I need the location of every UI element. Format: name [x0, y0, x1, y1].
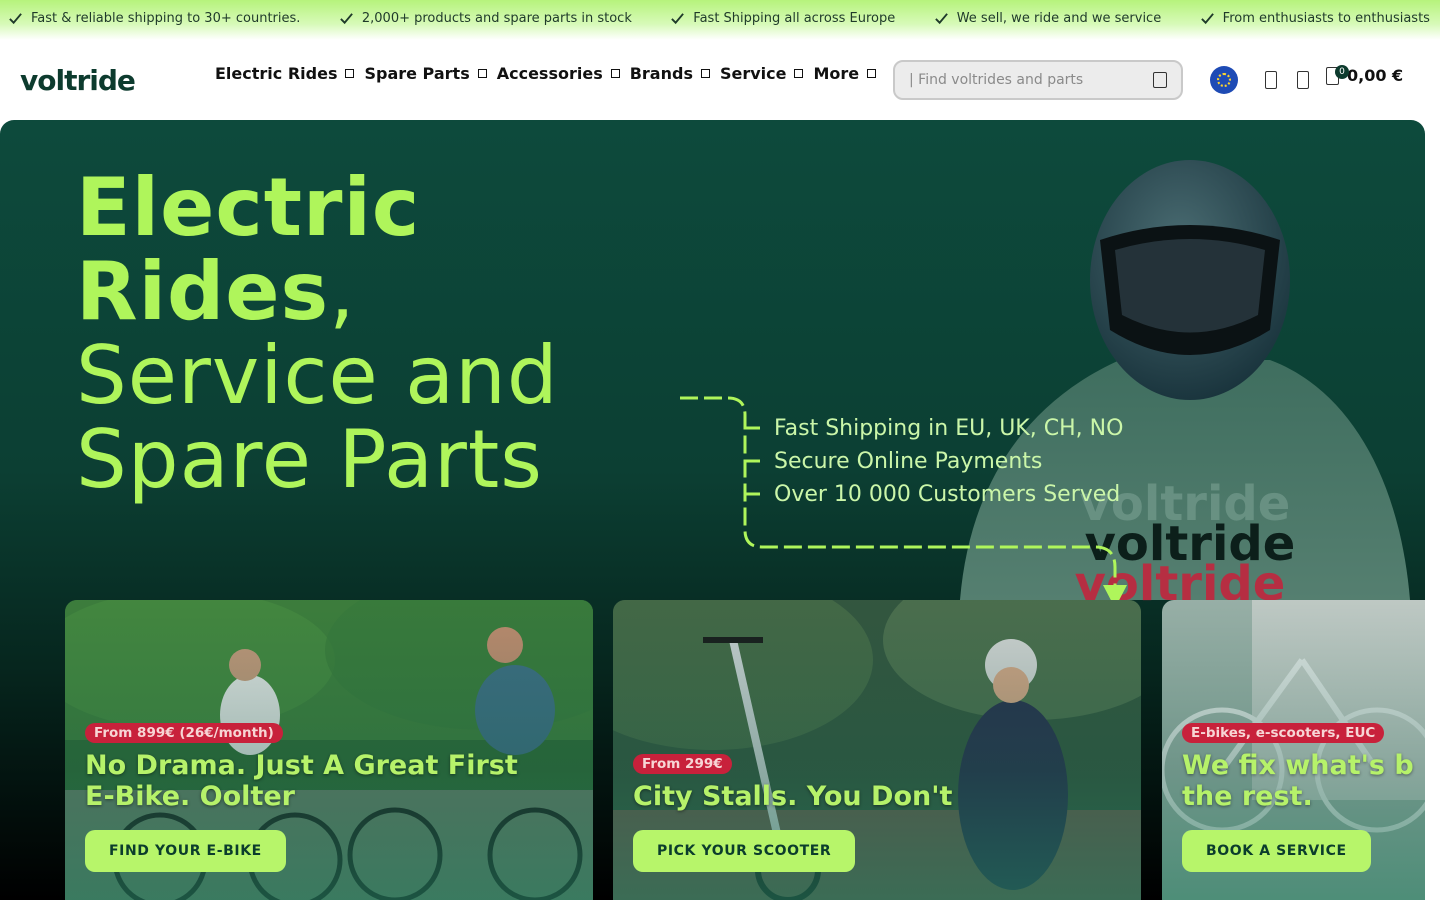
hero-title-line: Electric: [76, 161, 421, 254]
check-icon: [1200, 12, 1214, 24]
announcement-text: 2,000+ products and spare parts in stock: [361, 10, 632, 26]
check-icon: [9, 12, 22, 24]
pick-scooter-button[interactable]: PICK YOUR SCOOTER: [633, 830, 856, 872]
feature-item: Secure Online Payments: [774, 449, 1043, 474]
announcement-text: Fast Shipping all across Europe: [693, 10, 896, 26]
search-box: [893, 60, 1183, 100]
card-title-line: We fix what's b: [1182, 750, 1414, 781]
card-title: City Stalls. You Don't: [633, 781, 952, 812]
nav-item-spare-parts[interactable]: Spare Parts: [364, 64, 487, 83]
hero-title: Electric Rides, Service and Spare Parts: [76, 166, 559, 502]
region-selector[interactable]: [1210, 66, 1238, 94]
chevron-down-icon: [477, 69, 487, 78]
chevron-down-icon: [794, 69, 804, 78]
site-header: voltride Electric Rides Spare Parts Acce…: [0, 40, 1440, 120]
card-title-line: E-Bike. Oolter: [85, 781, 295, 812]
price-badge: From 299€: [633, 754, 732, 774]
check-icon: [340, 12, 353, 24]
chevron-down-icon: [345, 69, 355, 78]
nav-item-more[interactable]: More: [813, 64, 877, 83]
nav-item-service[interactable]: Service: [720, 64, 804, 83]
hero-title-line: Spare Parts: [76, 413, 543, 506]
category-badge: E-bikes, e-scooters, EUC: [1182, 723, 1385, 743]
cart-count-badge: 0: [1335, 65, 1349, 79]
nav-label: Electric Rides: [215, 64, 338, 83]
book-service-button[interactable]: BOOK A SERVICE: [1182, 830, 1371, 872]
cart-total: 0,00 €: [1347, 66, 1404, 85]
eu-flag-icon: [1217, 73, 1231, 87]
logo-text: voltride: [20, 63, 136, 97]
search-input[interactable]: [909, 72, 1153, 88]
logo[interactable]: voltride: [20, 60, 136, 100]
feature-item: Fast Shipping in EU, UK, CH, NO: [774, 416, 1124, 441]
promo-card-scooter[interactable]: From 299€ City Stalls. You Don't PICK YO…: [613, 600, 1141, 900]
nav-label: Spare Parts: [364, 64, 470, 83]
announcement-item: Fast & reliable shipping to 30+ countrie…: [8, 11, 300, 26]
chevron-down-icon: [867, 69, 877, 78]
feature-list: Fast Shipping in EU, UK, CH, NO Secure O…: [774, 412, 1123, 511]
chevron-down-icon: [700, 69, 710, 78]
nav-label: More: [813, 64, 860, 83]
card-title-line: No Drama. Just A Great First: [85, 750, 518, 781]
hero-title-word: Rides: [76, 245, 330, 338]
announcement-bar: Fast & reliable shipping to 30+ countrie…: [0, 0, 1440, 40]
hero-section: voltride voltride voltride Electric Ride…: [0, 120, 1425, 900]
card-title: We fix what's b the rest.: [1182, 750, 1414, 812]
announcement-item: 2,000+ products and spare parts in stock: [339, 11, 632, 26]
hero-title-line: Rides,: [76, 250, 559, 334]
nav-item-electric-rides[interactable]: Electric Rides: [215, 64, 355, 83]
announcement-text: From enthusiasts to enthusiasts: [1222, 10, 1430, 26]
nav-item-brands[interactable]: Brands: [630, 64, 710, 83]
main-nav: Electric Rides Spare Parts Accessories B…: [215, 64, 877, 83]
nav-label: Accessories: [496, 64, 603, 83]
feature-item: Over 10 000 Customers Served: [774, 482, 1121, 507]
announcement-text: Fast & reliable shipping to 30+ countrie…: [31, 10, 301, 26]
account-icon[interactable]: [1265, 71, 1277, 89]
hero-title-line: Service and: [76, 329, 559, 422]
announcement-item: We sell, we ride and we service: [934, 10, 1162, 26]
check-icon: [934, 12, 948, 24]
card-title-line: the rest.: [1182, 781, 1313, 812]
check-icon: [671, 12, 685, 24]
hero-title-comma: ,: [329, 245, 356, 338]
nav-label: Service: [719, 64, 787, 83]
nav-item-accessories[interactable]: Accessories: [497, 64, 620, 83]
promo-card-service[interactable]: E-bikes, e-scooters, EUC We fix what's b…: [1162, 600, 1425, 900]
announcement-item: Fast Shipping all across Europe: [670, 11, 895, 26]
chevron-down-icon: [610, 69, 620, 78]
nav-label: Brands: [629, 64, 693, 83]
promo-card-ebike[interactable]: From 899€ (26€/month) No Drama. Just A G…: [65, 600, 593, 900]
wishlist-icon[interactable]: [1297, 71, 1309, 89]
price-badge: From 899€ (26€/month): [85, 723, 283, 743]
find-ebike-button[interactable]: FIND YOUR E-BIKE: [85, 830, 286, 872]
announcement-item: From enthusiasts to enthusiasts: [1200, 11, 1430, 26]
search-icon[interactable]: [1153, 72, 1167, 88]
card-title-line: City Stalls. You Don't: [633, 781, 953, 812]
card-title: No Drama. Just A Great First E-Bike. Ool…: [85, 750, 518, 812]
announcement-text: We sell, we ride and we service: [956, 10, 1162, 26]
